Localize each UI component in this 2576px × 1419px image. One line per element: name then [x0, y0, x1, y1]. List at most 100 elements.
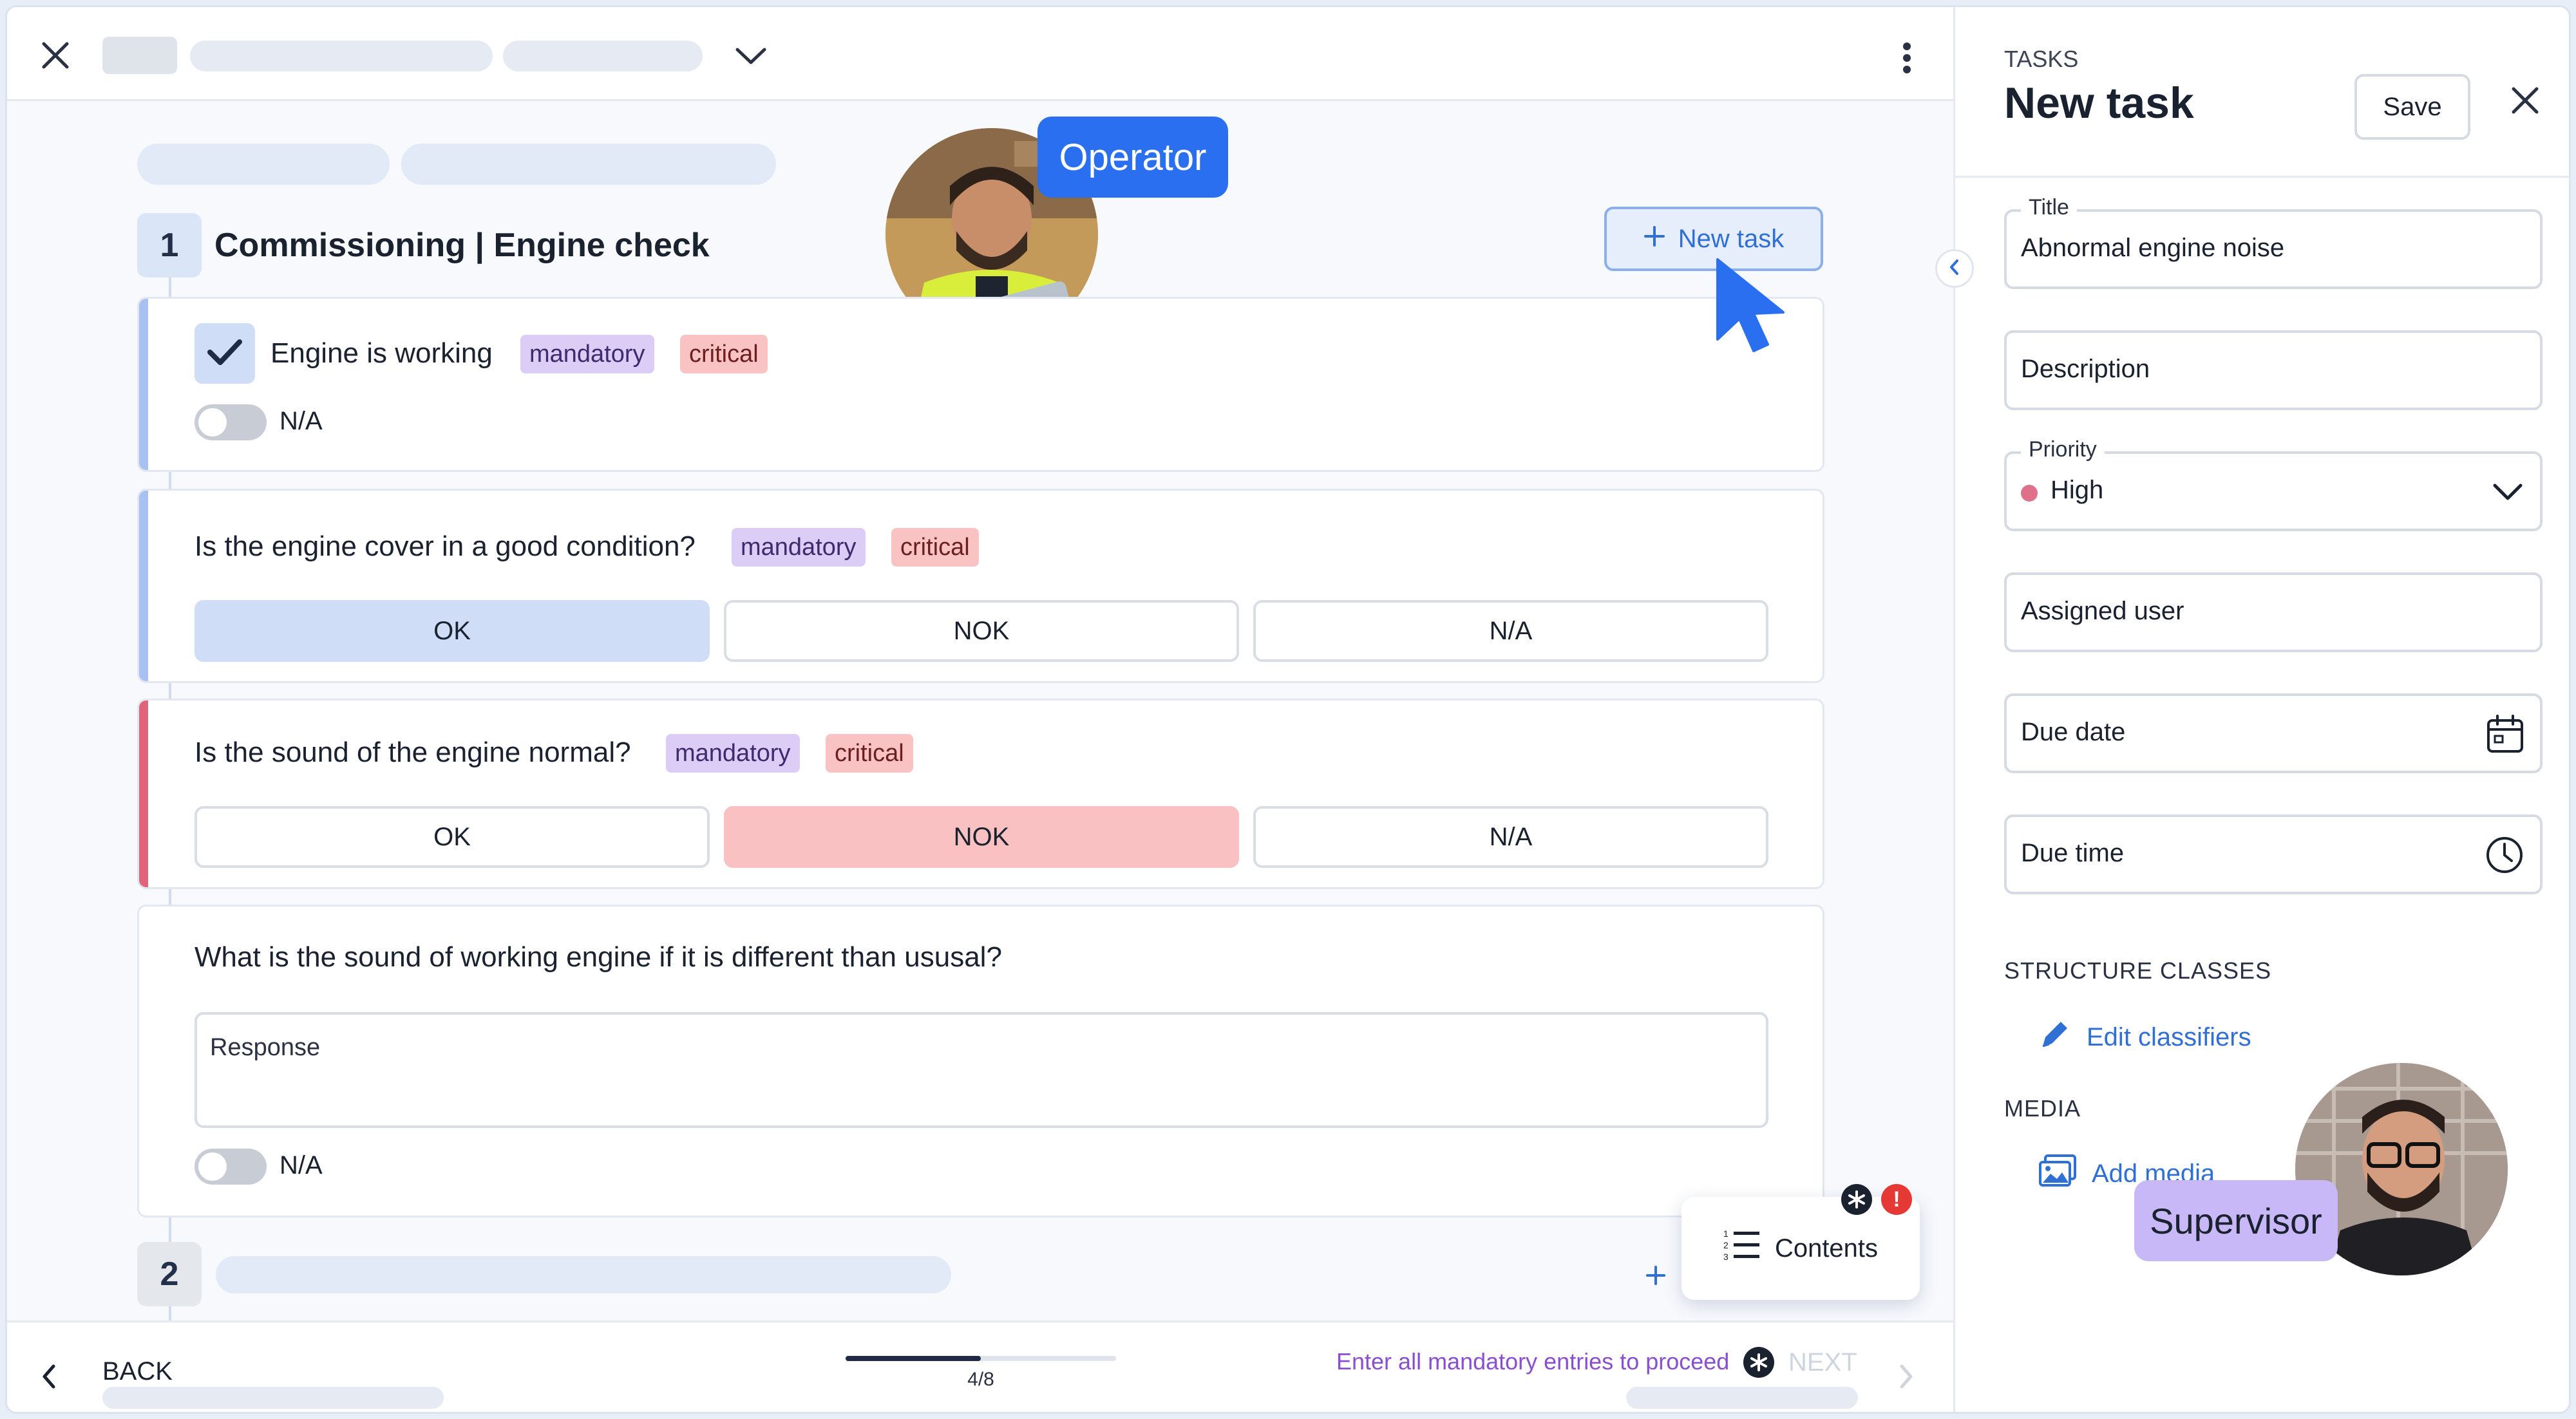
checklist-main: Operator 1 Commissioning | Engine check … [7, 7, 1953, 1412]
due-date-placeholder: Due date [2021, 718, 2126, 746]
ok-option[interactable]: OK [194, 600, 710, 662]
due-date-field[interactable]: Due date [2004, 693, 2543, 773]
add-section-item-icon[interactable] [1636, 1256, 1675, 1295]
na-option[interactable]: N/A [1253, 806, 1768, 868]
next-label: NEXT [1788, 1348, 1857, 1377]
supervisor-badge: Supervisor [2134, 1180, 2338, 1261]
ok-option[interactable]: OK [194, 806, 710, 868]
due-time-field[interactable]: Due time [2004, 814, 2543, 894]
na-toggle[interactable] [194, 404, 267, 440]
progress-track [846, 1356, 1116, 1361]
back-skeleton [102, 1387, 444, 1409]
nok-option[interactable]: NOK [724, 600, 1239, 662]
priority-select[interactable]: Priority High [2004, 437, 2543, 531]
title-label: Title [2021, 195, 2077, 220]
response-textarea[interactable]: Response [194, 1012, 1768, 1128]
save-button[interactable]: Save [2354, 74, 2470, 140]
question-text: Engine is working [270, 337, 493, 369]
title-skeleton [102, 37, 177, 74]
check-icon [207, 338, 242, 370]
breadcrumb-skeleton [401, 144, 776, 185]
breadcrumb-skeleton [137, 144, 390, 185]
description-field[interactable]: Description [2004, 330, 2543, 410]
status-bar [139, 491, 148, 681]
description-placeholder: Description [2021, 355, 2150, 383]
chevron-down-icon[interactable] [728, 37, 773, 75]
clock-icon [2485, 835, 2524, 878]
chevron-down-icon [2492, 482, 2523, 505]
mandatory-tag: mandatory [732, 528, 866, 567]
na-label: N/A [279, 407, 323, 435]
svg-text:2: 2 [1723, 1240, 1728, 1250]
edit-classifiers-label: Edit classifiers [2087, 1022, 2251, 1051]
close-icon[interactable] [33, 33, 78, 78]
bottom-bar: BACK 4/8 Enter all mandatory entries to … [7, 1320, 1953, 1412]
panel-title: New task [2004, 79, 2194, 127]
na-option[interactable]: N/A [1253, 600, 1768, 662]
question-text: Is the engine cover in a good condition? [194, 531, 696, 562]
section-number: 1 [137, 213, 202, 277]
priority-value: High [2050, 476, 2104, 504]
calendar-icon [2486, 714, 2524, 757]
critical-tag: critical [826, 734, 913, 773]
section-title: Commissioning | Engine check [214, 227, 710, 264]
panel-divider [1955, 176, 2569, 178]
top-bar [7, 7, 1953, 101]
title-field[interactable]: Title Abnormal engine noise [2004, 195, 2543, 289]
nok-option[interactable]: NOK [724, 806, 1239, 868]
due-time-placeholder: Due time [2021, 839, 2125, 867]
checkbox[interactable] [194, 323, 255, 384]
mandatory-tag: mandatory [666, 734, 800, 773]
collapse-panel-button[interactable] [1935, 249, 1974, 288]
title-value: Abnormal engine noise [2021, 234, 2285, 262]
new-task-label: New task [1678, 224, 1785, 253]
na-toggle[interactable] [194, 1149, 267, 1185]
section-title-skeleton [216, 1256, 951, 1293]
title-skeleton [503, 41, 703, 71]
priority-label: Priority [2021, 437, 2105, 462]
asterisk-icon [1841, 1184, 1872, 1215]
chevron-right-icon [1897, 1364, 1916, 1393]
question-card: Is the sound of the engine normal? manda… [137, 699, 1824, 889]
more-vertical-icon[interactable] [1888, 35, 1926, 80]
question-card: Engine is working mandatory critical N/A [137, 297, 1824, 472]
app-window: Operator 1 Commissioning | Engine check … [5, 5, 2571, 1414]
add-image-icon [2039, 1154, 2076, 1193]
plus-icon [1643, 225, 1665, 254]
operator-badge: Operator [1037, 117, 1228, 198]
assigned-user-placeholder: Assigned user [2021, 597, 2184, 625]
status-bar [139, 700, 148, 887]
svg-text:3: 3 [1723, 1252, 1728, 1262]
critical-tag: critical [680, 335, 768, 373]
svg-text:1: 1 [1723, 1228, 1728, 1239]
contents-label: Contents [1774, 1234, 1879, 1263]
critical-tag: critical [891, 528, 979, 567]
title-skeleton [190, 41, 493, 71]
na-label: N/A [279, 1151, 323, 1179]
question-card: What is the sound of working engine if i… [137, 905, 1824, 1217]
list-numbered-icon: 1 2 3 [1723, 1228, 1761, 1269]
priority-dot [2021, 485, 2038, 502]
structure-classes-heading: STRUCTURE CLASSES [2004, 957, 2272, 984]
close-panel-icon[interactable] [2503, 78, 2548, 123]
mandatory-hint: Enter all mandatory entries to proceed [1336, 1348, 1730, 1375]
progress-fill [846, 1356, 981, 1361]
mandatory-tag: mandatory [520, 335, 654, 373]
question-text: Is the sound of the engine normal? [194, 737, 631, 768]
contents-button[interactable]: 1 2 3 Contents ! [1681, 1184, 1920, 1300]
alert-icon: ! [1881, 1184, 1912, 1215]
media-heading: MEDIA [2004, 1095, 2081, 1122]
response-placeholder: Response [210, 1034, 321, 1061]
back-label: BACK [102, 1357, 173, 1386]
status-bar [139, 299, 148, 470]
pencil-icon [2039, 1018, 2071, 1057]
task-panel: TASKS New task Save Title Abnormal engin… [1953, 7, 2569, 1412]
edit-classifiers-link[interactable]: Edit classifiers [2039, 1018, 2251, 1057]
next-skeleton [1626, 1387, 1858, 1409]
asterisk-icon [1743, 1347, 1774, 1378]
progress-text: 4/8 [967, 1369, 994, 1390]
chevron-left-icon [39, 1364, 59, 1393]
assigned-user-field[interactable]: Assigned user [2004, 572, 2543, 652]
question-text: What is the sound of working engine if i… [194, 941, 1002, 973]
question-card: Is the engine cover in a good condition?… [137, 489, 1824, 683]
